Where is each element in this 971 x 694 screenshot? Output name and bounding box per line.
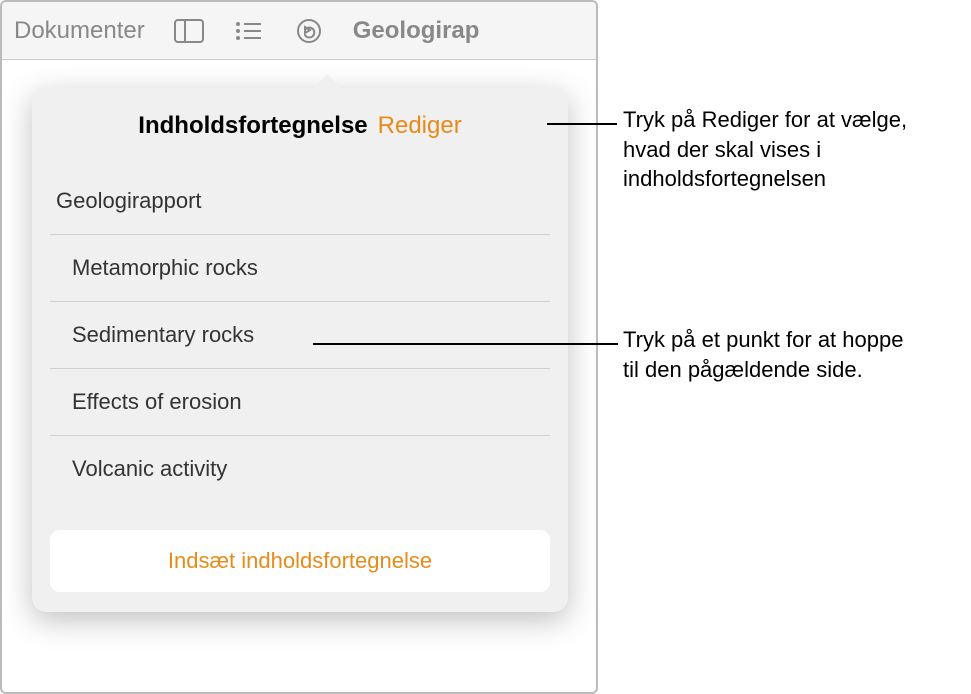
callout-edit: Tryk på Rediger for at vælge, hvad der s… bbox=[623, 105, 943, 194]
popover-title: Indholdsfortegnelse bbox=[138, 112, 367, 140]
toc-list: Geologirapport Metamorphic rocks Sedimen… bbox=[50, 168, 550, 502]
popover-header: Indholdsfortegnelse Rediger bbox=[50, 112, 550, 140]
toc-list-icon[interactable] bbox=[233, 15, 265, 47]
undo-icon[interactable] bbox=[293, 15, 325, 47]
toc-item[interactable]: Metamorphic rocks bbox=[50, 235, 550, 302]
toolbar: Dokumenter Geologirap bbox=[2, 2, 596, 60]
insert-toc-button[interactable]: Indsæt indholdsfortegnelse bbox=[50, 530, 550, 592]
toc-item[interactable]: Geologirapport bbox=[50, 168, 550, 235]
callout-item: Tryk på et punkt for at hoppe til den på… bbox=[623, 325, 923, 384]
callout-line bbox=[547, 123, 617, 125]
app-window: Dokumenter Geologirap Indholdsfortegnels… bbox=[0, 0, 598, 694]
callout-line bbox=[313, 343, 618, 345]
documents-button[interactable]: Dokumenter bbox=[14, 17, 145, 45]
toc-item[interactable]: Effects of erosion bbox=[50, 369, 550, 436]
sidebar-icon[interactable] bbox=[173, 15, 205, 47]
toc-popover: Indholdsfortegnelse Rediger Geologirappo… bbox=[32, 88, 568, 612]
toc-item[interactable]: Volcanic activity bbox=[50, 436, 550, 502]
toc-item[interactable]: Sedimentary rocks bbox=[50, 302, 550, 369]
document-title: Geologirap bbox=[353, 17, 480, 45]
edit-button[interactable]: Rediger bbox=[378, 112, 462, 140]
popover-arrow bbox=[311, 74, 343, 90]
